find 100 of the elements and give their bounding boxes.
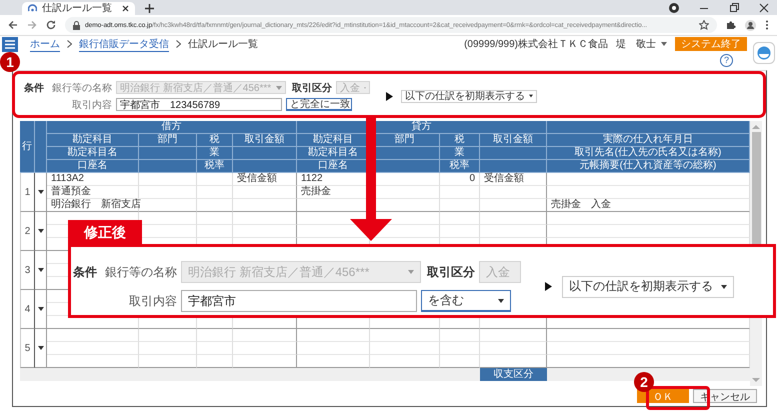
table-cell bbox=[480, 329, 547, 342]
column-header: 取引先名(仕入先の氏名又は名称) bbox=[547, 147, 750, 160]
table-cell bbox=[480, 186, 547, 199]
row-number: 2 bbox=[20, 212, 35, 251]
back-icon[interactable] bbox=[8, 20, 18, 30]
table-cell bbox=[197, 342, 233, 355]
column-header: 実際の仕入れ年月日 bbox=[547, 134, 750, 147]
avatar-icon[interactable] bbox=[753, 42, 775, 64]
table-cell bbox=[440, 342, 480, 355]
header-cell bbox=[233, 147, 297, 160]
header-cell bbox=[35, 121, 47, 173]
caret-icon[interactable] bbox=[38, 346, 44, 350]
user-menu[interactable]: 堤 敬士 bbox=[616, 37, 667, 51]
header-cell bbox=[480, 160, 547, 173]
caret-icon[interactable] bbox=[38, 268, 44, 272]
page-title: 仕訳ルール一覧 bbox=[188, 38, 258, 51]
puzzle-icon[interactable] bbox=[726, 20, 736, 30]
header-cell bbox=[480, 147, 547, 160]
table-cell: 売掛金 入金 bbox=[547, 199, 750, 212]
table-cell: 普通預金 bbox=[47, 186, 139, 199]
table-cell bbox=[233, 199, 297, 212]
close-icon[interactable] bbox=[759, 3, 769, 13]
triangle-icon bbox=[386, 92, 393, 100]
column-header: 取引金額 bbox=[233, 134, 297, 147]
record-icon[interactable] bbox=[669, 3, 679, 13]
triangle-icon bbox=[545, 282, 552, 291]
lock-icon bbox=[73, 20, 80, 30]
table-cell bbox=[440, 199, 480, 212]
column-header: 勘定科目 bbox=[47, 134, 139, 147]
table-cell bbox=[139, 329, 197, 342]
condition-label: 条件 bbox=[73, 264, 98, 280]
column-header: 業 bbox=[440, 147, 480, 160]
table-cell bbox=[233, 212, 297, 225]
column-header: 勘定科目名 bbox=[47, 147, 139, 160]
table-cell: 受信金額 bbox=[233, 173, 297, 186]
maximize-icon[interactable] bbox=[729, 3, 739, 13]
table-cell bbox=[480, 199, 547, 212]
browser-tab[interactable]: 仕訳ルール一覧 bbox=[22, 2, 135, 15]
display-select[interactable]: 以下の仕訳を初期表示する bbox=[401, 90, 537, 102]
reload-icon[interactable] bbox=[46, 20, 56, 30]
column-header: 税率 bbox=[197, 160, 233, 173]
column-header: 税 bbox=[440, 134, 480, 147]
field-label: 取引区分 bbox=[292, 82, 332, 94]
table-cell: 明治銀行 新宿支店 bbox=[47, 199, 139, 212]
content-field[interactable]: 宇都宮市 123456789 bbox=[116, 98, 282, 111]
menu-button[interactable] bbox=[2, 36, 18, 52]
table-cell bbox=[197, 173, 233, 186]
new-tab-icon[interactable] bbox=[145, 4, 154, 13]
column-header: 税 bbox=[197, 134, 233, 147]
breadcrumb-link[interactable]: 銀行信販データ受信 bbox=[79, 36, 169, 52]
column-header: 業 bbox=[197, 147, 233, 160]
company-name: (09999/999)株式会社ＴＫＣ食品 bbox=[464, 38, 608, 51]
condition-label: 条件 bbox=[24, 82, 45, 94]
caret-icon bbox=[721, 284, 727, 288]
column-header: 借方 bbox=[47, 121, 297, 134]
caret-icon bbox=[408, 270, 414, 274]
table-cell bbox=[197, 329, 233, 342]
close-icon[interactable] bbox=[122, 5, 129, 12]
table-cell: 0 bbox=[440, 173, 480, 186]
table-cell bbox=[440, 212, 480, 225]
column-header: 元帳摘要(仕入れ資産等の総称) bbox=[547, 160, 750, 173]
table-cell bbox=[480, 342, 547, 355]
match-select[interactable]: と完全に一致 bbox=[286, 98, 352, 111]
breadcrumb-link[interactable]: ホーム bbox=[30, 36, 60, 52]
column-header: 行 bbox=[20, 121, 35, 173]
match-select[interactable]: を含む bbox=[421, 290, 511, 312]
caret-icon[interactable] bbox=[38, 307, 44, 311]
table-cell bbox=[139, 342, 197, 355]
field-label: 銀行等の名称 bbox=[51, 82, 112, 94]
header-cell bbox=[139, 160, 197, 173]
caret-icon[interactable] bbox=[38, 229, 44, 233]
field-label: 取引内容 bbox=[128, 292, 177, 310]
row-number: 1 bbox=[20, 173, 35, 212]
header-cell bbox=[233, 160, 297, 173]
footer-cell: 収支区分 bbox=[480, 368, 547, 381]
content-field[interactable]: 宇都宮市 bbox=[181, 290, 417, 312]
column-header: 口座名 bbox=[47, 160, 139, 173]
table-cell bbox=[370, 329, 440, 342]
caret-icon bbox=[529, 94, 533, 98]
profile-icon[interactable] bbox=[745, 20, 756, 30]
row-number: 3 bbox=[20, 251, 35, 290]
field-label: 取引区分 bbox=[427, 264, 475, 280]
column-header: 税率 bbox=[440, 160, 480, 173]
table-cell bbox=[197, 212, 233, 225]
tab-favicon-icon bbox=[28, 4, 37, 13]
table-cell bbox=[197, 199, 233, 212]
table-cell bbox=[233, 329, 297, 342]
display-select[interactable]: 以下の仕訳を初期表示する bbox=[562, 276, 734, 298]
help-button[interactable]: ? bbox=[720, 54, 733, 67]
callout-title: 修正後 bbox=[68, 220, 142, 245]
table-cell bbox=[480, 212, 547, 225]
caret-icon[interactable] bbox=[38, 190, 44, 194]
table-cell bbox=[139, 173, 197, 186]
more-icon[interactable] bbox=[765, 20, 769, 30]
caret-icon bbox=[276, 86, 282, 90]
table-cell bbox=[233, 342, 297, 355]
chevron-icon bbox=[67, 40, 72, 48]
star-icon[interactable] bbox=[699, 20, 709, 30]
field-label: 取引内容 bbox=[71, 98, 112, 112]
table-cell bbox=[139, 199, 197, 212]
